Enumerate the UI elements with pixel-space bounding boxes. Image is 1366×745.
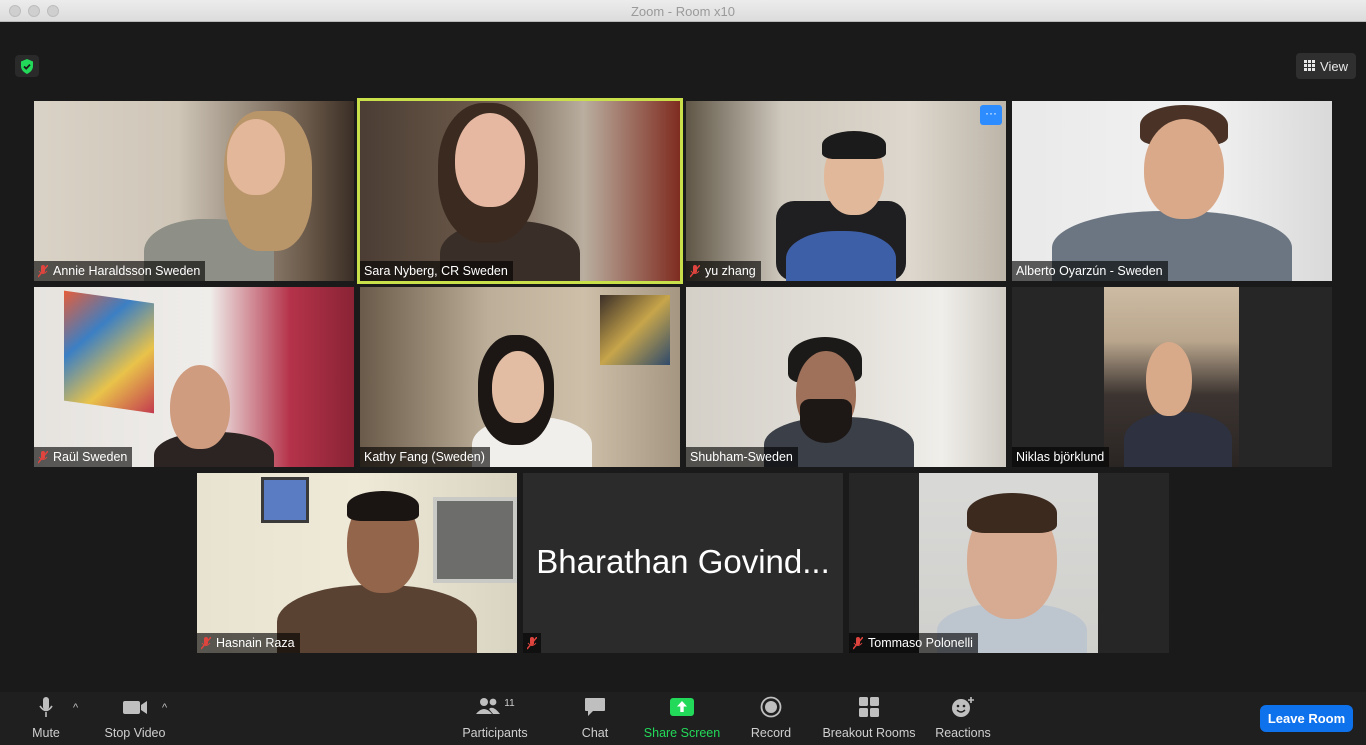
breakout-rooms-icon [858, 692, 880, 722]
muted-microphone-icon [689, 264, 701, 278]
video-tile[interactable]: Annie Haraldsson Sweden [34, 101, 354, 281]
more-options-button[interactable]: ··· [980, 105, 1002, 125]
person-torso [1124, 412, 1232, 467]
participant-name-tag: yu zhang [686, 261, 761, 281]
person-face [1144, 119, 1224, 219]
video-tile[interactable]: Niklas björklund [1012, 287, 1332, 467]
participant-name: Shubham-Sweden [690, 450, 793, 464]
meeting-stage: View Annie Haraldsson Sweden Sara Nyberg… [0, 22, 1366, 692]
beard [800, 399, 852, 443]
person-face [170, 365, 230, 449]
reactions-smiley-icon [951, 692, 975, 722]
television [433, 497, 517, 583]
participant-name: Sara Nyberg, CR Sweden [364, 264, 508, 278]
mute-label: Mute [32, 726, 60, 740]
hair [822, 131, 886, 159]
participant-name: Kathy Fang (Sweden) [364, 450, 485, 464]
record-button[interactable]: Record [748, 692, 794, 745]
participant-name: Raül Sweden [53, 450, 128, 464]
muted-microphone-icon [37, 264, 49, 278]
encryption-shield-icon[interactable] [15, 55, 39, 77]
window-title: Zoom - Room x10 [630, 4, 736, 19]
hair [967, 493, 1057, 533]
window-titlebar: Zoom - Room x10 [0, 0, 1366, 22]
hair [347, 491, 419, 521]
muted-microphone-icon [526, 636, 538, 650]
reactions-label: Reactions [935, 726, 991, 740]
participant-name: Annie Haraldsson Sweden [53, 264, 201, 278]
person-face [455, 113, 525, 207]
person-face [1146, 342, 1192, 416]
participant-name: Tommaso Polonelli [868, 636, 973, 650]
chat-button[interactable]: Chat [576, 692, 614, 745]
share-screen-button[interactable]: Share Screen [641, 692, 723, 745]
record-label: Record [750, 726, 792, 740]
share-screen-arrow-icon [670, 692, 694, 722]
person-torso [786, 231, 896, 281]
video-tile[interactable]: Raül Sweden [34, 287, 354, 467]
meeting-toolbar: Mute ^ Stop Video ^ 11 Participants Chat… [0, 692, 1366, 745]
video-tile[interactable]: Tommaso Polonelli [849, 473, 1169, 653]
participant-name-tag: Kathy Fang (Sweden) [360, 447, 490, 467]
chat-bubble-icon [584, 692, 606, 722]
share-screen-label: Share Screen [643, 726, 721, 740]
wall-painting [64, 290, 154, 414]
participant-name-tag: Sara Nyberg, CR Sweden [360, 261, 513, 281]
participant-name-tag: Alberto Oyarzún - Sweden [1012, 261, 1168, 281]
wall-painting [600, 295, 670, 365]
stop-video-label: Stop Video [104, 726, 166, 740]
muted-microphone-icon [37, 450, 49, 464]
person-face [227, 119, 285, 195]
stop-video-button[interactable]: Stop Video [100, 692, 170, 745]
person-torso [277, 585, 477, 653]
participant-name: Hasnain Raza [216, 636, 295, 650]
video-tile[interactable]: Shubham-Sweden [686, 287, 1006, 467]
leave-room-button[interactable]: Leave Room [1260, 705, 1353, 732]
video-tile[interactable]: ··· yu zhang [686, 101, 1006, 281]
participant-name-tag [523, 633, 541, 653]
participant-display-name: Bharathan Govind... [536, 543, 830, 580]
participant-name: Niklas björklund [1016, 450, 1105, 464]
participants-count: 11 [504, 697, 515, 709]
breakout-rooms-label: Breakout Rooms [822, 726, 916, 740]
grid-view-icon [1304, 59, 1316, 74]
view-button[interactable]: View [1296, 53, 1356, 79]
participant-name-tag: Shubham-Sweden [686, 447, 798, 467]
participants-label: Participants [462, 726, 528, 740]
audio-options-caret-icon[interactable]: ^ [73, 702, 78, 714]
participants-icon [475, 697, 501, 718]
breakout-rooms-button[interactable]: Breakout Rooms [820, 692, 918, 745]
participant-name-tag: Raül Sweden [34, 447, 133, 467]
person-face [492, 351, 544, 423]
participant-name: yu zhang [705, 264, 756, 278]
participants-icon-group: 11 [475, 692, 515, 722]
participant-name-tag: Hasnain Raza [197, 633, 300, 653]
microphone-icon [38, 692, 54, 722]
video-tile-active-speaker[interactable]: Sara Nyberg, CR Sweden [357, 98, 683, 284]
participant-name-tag: Niklas björklund [1012, 447, 1110, 467]
muted-microphone-icon [200, 636, 212, 650]
video-tile[interactable]: Kathy Fang (Sweden) [360, 287, 680, 467]
video-tile-video-off[interactable]: Bharathan Govind... [523, 473, 843, 653]
video-camera-icon [122, 692, 148, 722]
video-tile[interactable]: Alberto Oyarzún - Sweden [1012, 101, 1332, 281]
view-label: View [1320, 58, 1348, 74]
record-icon [760, 692, 782, 722]
participants-button[interactable]: 11 Participants [458, 692, 532, 745]
mute-button[interactable]: Mute [26, 692, 66, 745]
participant-name: Alberto Oyarzún - Sweden [1016, 264, 1163, 278]
chat-label: Chat [581, 726, 609, 740]
participant-name-tag: Annie Haraldsson Sweden [34, 261, 206, 281]
video-options-caret-icon[interactable]: ^ [162, 702, 167, 714]
wall-picture [261, 477, 309, 523]
reactions-button[interactable]: Reactions [932, 692, 994, 745]
participant-name-tag: Tommaso Polonelli [849, 633, 978, 653]
muted-microphone-icon [852, 636, 864, 650]
video-tile[interactable]: Hasnain Raza [197, 473, 517, 653]
